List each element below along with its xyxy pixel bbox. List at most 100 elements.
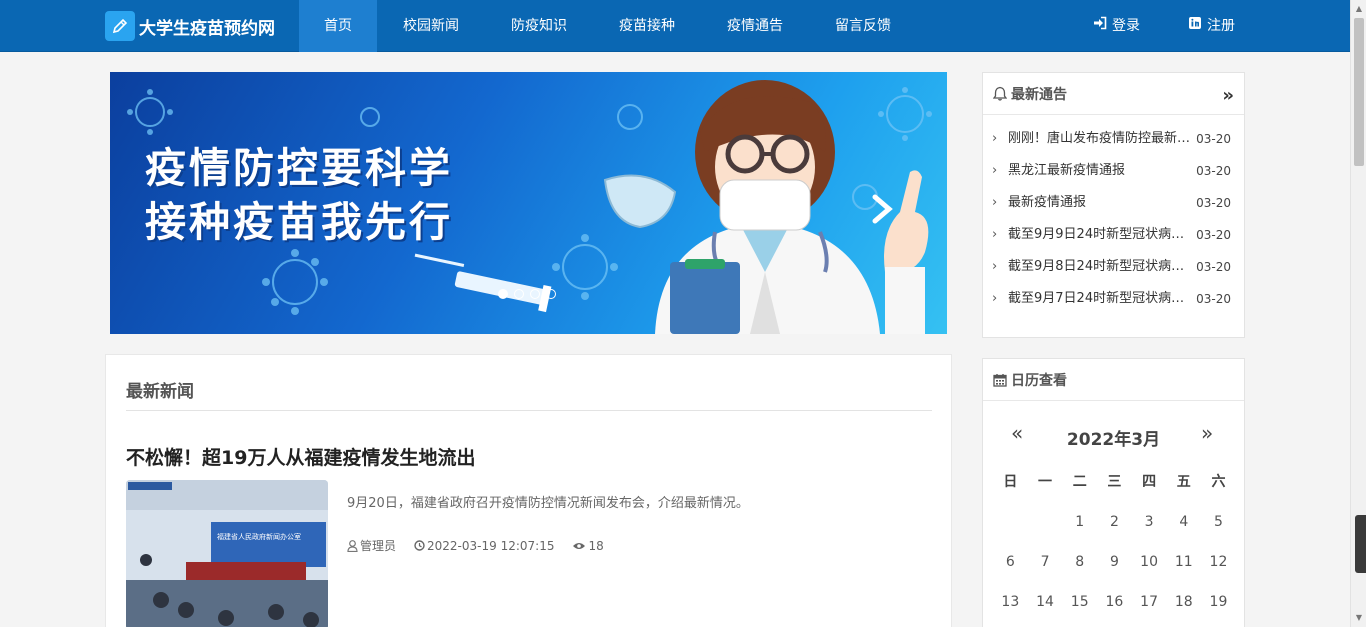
notice-item[interactable]: › 黑龙江最新疫情通报 03-20: [983, 155, 1244, 187]
notice-item[interactable]: › 截至9月9日24时新型冠状病毒肺炎疫情最新情况 03-20: [983, 219, 1244, 251]
next-month-icon[interactable]: »: [1201, 421, 1213, 445]
divider: [126, 410, 932, 411]
notice-date: 03-20: [1196, 292, 1231, 306]
article-title-link[interactable]: 不松懈！超19万人从福建疫情发生地流出: [126, 443, 475, 470]
weekday-label: 三: [1107, 474, 1122, 490]
chevron-right-icon: ›: [992, 131, 998, 146]
calendar-day[interactable]: 12: [1201, 547, 1236, 587]
calendar-day[interactable]: 8: [1062, 547, 1097, 587]
scroll-down-arrow-icon[interactable]: ▼: [1351, 611, 1366, 625]
chevron-right-icon: ›: [992, 227, 998, 242]
pencil-icon: [105, 11, 135, 41]
carousel-dot[interactable]: [514, 289, 524, 299]
nav-item-feedback[interactable]: 留言反馈: [809, 0, 917, 52]
nav-item-prevention[interactable]: 防疫知识: [485, 0, 593, 52]
weekday-label: 日: [1003, 474, 1018, 490]
chevron-right-icon: ›: [992, 291, 998, 306]
notice-title: 截至9月8日24时新型冠状病毒肺炎疫情最新情况: [1008, 259, 1191, 274]
view-count: 18: [588, 538, 604, 553]
notice-item[interactable]: › 最新疫情通报 03-20: [983, 187, 1244, 219]
article-summary: 9月20日，福建省政府召开疫情防控情况新闻发布会，介绍最新情况。: [347, 496, 749, 511]
notice-date: 03-20: [1196, 228, 1231, 242]
nav-item-vaccination[interactable]: 疫苗接种: [593, 0, 701, 52]
notice-item[interactable]: › 刚刚！唐山发布疫情防控最新通告 03-20: [983, 123, 1244, 155]
article-author: 管理员: [347, 537, 396, 554]
notice-title: 最新疫情通报: [1008, 195, 1087, 210]
brand-link[interactable]: 大学生疫苗预约网: [105, 11, 275, 41]
user-icon: [347, 539, 358, 552]
nav-item-notices[interactable]: 疫情通告: [701, 0, 809, 52]
publish-time: 2022-03-19 12:07:15: [427, 538, 555, 553]
notice-date: 03-20: [1196, 260, 1231, 274]
weekday-label: 二: [1072, 474, 1087, 490]
calendar-day[interactable]: 14: [1028, 587, 1063, 627]
double-chevron-right-icon[interactable]: »: [1222, 85, 1234, 106]
banner-carousel[interactable]: 疫情防控要科学 接种疫苗我先行: [110, 72, 947, 334]
login-link[interactable]: 登录: [1093, 0, 1140, 52]
calendar-day: [1028, 507, 1063, 547]
calendar-day[interactable]: 9: [1097, 547, 1132, 587]
clock-icon: [414, 540, 425, 551]
eye-icon: [573, 542, 586, 549]
article-meta: 管理员 2022-03-19 12:07:15 18: [347, 537, 604, 554]
calendar-icon: [993, 373, 1007, 387]
carousel-dot[interactable]: [530, 289, 540, 299]
register-link[interactable]: 注册: [1188, 0, 1235, 52]
bell-icon: [993, 86, 1007, 101]
latest-notices-card: 最新通告 » › 刚刚！唐山发布疫情防控最新通告 03-20 › 黑龙江最新疫情通报 0…: [982, 72, 1245, 338]
calendar-day[interactable]: 5: [1201, 507, 1236, 547]
notice-title: 刚刚！唐山发布疫情防控最新通告: [1008, 131, 1191, 146]
calendar-day[interactable]: 3: [1132, 507, 1167, 547]
register-icon: [1188, 0, 1202, 52]
calendar-day[interactable]: 6: [993, 547, 1028, 587]
chevron-right-icon: ›: [992, 195, 998, 210]
calendar-day[interactable]: 16: [1097, 587, 1132, 627]
calendar-day[interactable]: 4: [1166, 507, 1201, 547]
article-views: 18: [572, 537, 604, 554]
carousel-indicators: [498, 289, 556, 299]
carousel-dot[interactable]: [498, 289, 508, 299]
news-section-heading: 最新新闻: [126, 382, 194, 402]
calendar-heading: 日历查看: [1011, 372, 1067, 389]
calendar-day[interactable]: 7: [1028, 547, 1063, 587]
notice-title: 截至9月9日24时新型冠状病毒肺炎疫情最新情况: [1008, 227, 1191, 242]
notices-card-header: 最新通告 »: [983, 73, 1244, 115]
notice-item[interactable]: › 截至9月7日24时新型冠状病毒肺炎疫情最新情况 03-20: [983, 283, 1244, 315]
calendar-week-row: 13 14 15 16 17 18 19: [993, 587, 1236, 627]
weekday-label: 五: [1176, 474, 1191, 490]
calendar-day[interactable]: 1: [1062, 507, 1097, 547]
scroll-up-arrow-icon[interactable]: ▲: [1351, 2, 1366, 16]
calendar-day[interactable]: 10: [1132, 547, 1167, 587]
calendar-grid: 日 一 二 三 四 五 六 1 2 3 4 5 6 7 8 9 10 11 12…: [993, 467, 1236, 627]
scroll-thumb[interactable]: [1354, 18, 1364, 166]
calendar-card-header: 日历查看: [983, 359, 1244, 401]
notice-item[interactable]: › 截至9月8日24时新型冠状病毒肺炎疫情最新情况 03-20: [983, 251, 1244, 283]
thumbnail-caption: 福建省人民政府新闻办公室: [217, 534, 301, 541]
calendar-day[interactable]: 2: [1097, 507, 1132, 547]
nav-item-home[interactable]: 首页: [299, 0, 377, 52]
latest-news-panel: 最新新闻 不松懈！超19万人从福建疫情发生地流出 福建省人民政府新闻办公室 9月…: [105, 354, 952, 627]
chevron-right-icon: ›: [992, 259, 998, 274]
notice-title: 黑龙江最新疫情通报: [1008, 163, 1126, 178]
calendar-day[interactable]: 15: [1062, 587, 1097, 627]
calendar-week-row: 1 2 3 4 5: [993, 507, 1236, 547]
side-floating-widget[interactable]: [1355, 515, 1366, 573]
weekday-label: 四: [1142, 474, 1157, 490]
chevron-right-icon: ›: [992, 163, 998, 178]
login-label: 登录: [1112, 18, 1140, 34]
notice-list: › 刚刚！唐山发布疫情防控最新通告 03-20 › 黑龙江最新疫情通报 03-20 › 最…: [983, 115, 1244, 315]
calendar-day[interactable]: 13: [993, 587, 1028, 627]
nav-item-campus-news[interactable]: 校园新闻: [377, 0, 485, 52]
register-label: 注册: [1207, 18, 1235, 34]
calendar-day[interactable]: 17: [1132, 587, 1167, 627]
notice-title: 截至9月7日24时新型冠状病毒肺炎疫情最新情况: [1008, 291, 1191, 306]
calendar-day[interactable]: 19: [1201, 587, 1236, 627]
notices-heading: 最新通告: [1011, 86, 1067, 103]
calendar-day[interactable]: 18: [1166, 587, 1201, 627]
article-thumbnail[interactable]: 福建省人民政府新闻办公室: [126, 480, 328, 627]
weekday-label: 六: [1211, 474, 1226, 490]
notice-date: 03-20: [1196, 164, 1231, 178]
notice-date: 03-20: [1196, 196, 1231, 210]
calendar-day[interactable]: 11: [1166, 547, 1201, 587]
carousel-dot[interactable]: [546, 289, 556, 299]
